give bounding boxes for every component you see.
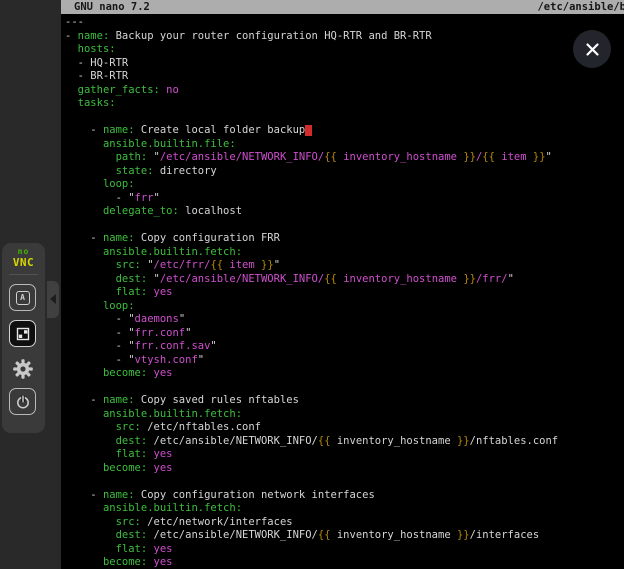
editor-line: delegate_to: localhost: [65, 205, 558, 219]
editor-line: ansible.builtin.fetch:: [65, 408, 558, 422]
text-cursor: [305, 125, 311, 136]
keyboard-icon: A: [16, 291, 30, 305]
vnc-control-panel: no VNC A: [2, 243, 45, 433]
novnc-logo-top: no: [2, 248, 45, 256]
editor-line: dest: /etc/ansible/NETWORK_INFO/{{ inven…: [65, 435, 558, 449]
novnc-logo: no VNC: [2, 243, 45, 268]
editor-line: src: /etc/network/interfaces: [65, 516, 558, 530]
nano-file-path: /etc/ansible/b: [537, 0, 624, 14]
editor-line: ansible.builtin.fetch:: [65, 502, 558, 516]
novnc-logo-bottom: VNC: [2, 257, 45, 268]
power-icon: [15, 394, 31, 410]
panel-collapse-handle[interactable]: [47, 281, 59, 318]
editor-line: - "daemons": [65, 313, 558, 327]
panel-divider: [9, 274, 38, 275]
editor-line: loop:: [65, 178, 558, 192]
editor-line: loop:: [65, 300, 558, 314]
collapse-left-icon: [50, 294, 56, 304]
editor-line: ---: [65, 16, 558, 30]
editor-line: [65, 381, 558, 395]
editor-line: - name: Copy saved rules nftables: [65, 394, 558, 408]
editor-line: - "frr": [65, 192, 558, 206]
editor-line: - "frr.conf.sav": [65, 340, 558, 354]
editor-line: - HQ-RTR: [65, 57, 558, 71]
editor-line: path: "/etc/ansible/NETWORK_INFO/{{ inve…: [65, 151, 558, 165]
editor-line: src: /etc/nftables.conf: [65, 421, 558, 435]
editor-line: - name: Backup your router configuration…: [65, 30, 558, 44]
close-button[interactable]: [573, 30, 611, 68]
editor-line: dest: "/etc/ansible/NETWORK_INFO/{{ inve…: [65, 273, 558, 287]
vnc-sidebar: no VNC A: [0, 0, 61, 569]
editor-line: dest: /etc/ansible/NETWORK_INFO/{{ inven…: [65, 529, 558, 543]
keyboard-button[interactable]: A: [9, 284, 36, 311]
editor-line: [65, 475, 558, 489]
editor-line: - "vtysh.conf": [65, 354, 558, 368]
editor-line: become: yes: [65, 367, 558, 381]
editor-line: flat: yes: [65, 448, 558, 462]
editor-line: - name: Copy configuration network inter…: [65, 489, 558, 503]
editor-line: flat: yes: [65, 543, 558, 557]
editor-line: - "frr.conf": [65, 327, 558, 341]
nano-titlebar: GNU nano 7.2 /etc/ansible/b: [61, 0, 624, 14]
editor-line: src: "/etc/frr/{{ item }}": [65, 259, 558, 273]
nano-version-label: GNU nano 7.2: [74, 0, 150, 14]
settings-button[interactable]: [9, 355, 36, 382]
terminal-window[interactable]: GNU nano 7.2 /etc/ansible/b ---- name: B…: [61, 0, 624, 569]
drag-icon: [15, 326, 31, 342]
editor-line: ansible.builtin.file:: [65, 138, 558, 152]
editor-line: hosts:: [65, 43, 558, 57]
editor-line: [65, 219, 558, 233]
editor-line: become: yes: [65, 556, 558, 569]
editor-line: tasks:: [65, 97, 558, 111]
editor-line: - name: Create local folder backup: [65, 124, 558, 138]
editor-text[interactable]: ---- name: Backup your router configurat…: [61, 15, 558, 569]
editor-line: flat: yes: [65, 286, 558, 300]
drag-button[interactable]: [9, 320, 36, 347]
close-icon: [585, 42, 600, 57]
editor-line: - BR-RTR: [65, 70, 558, 84]
editor-line: - name: Copy configuration FRR: [65, 232, 558, 246]
power-button[interactable]: [9, 388, 36, 415]
editor-line: become: yes: [65, 462, 558, 476]
editor-line: ansible.builtin.fetch:: [65, 246, 558, 260]
gear-icon: [12, 358, 34, 380]
editor-line: state: directory: [65, 165, 558, 179]
editor-line: gather_facts: no: [65, 84, 558, 98]
editor-line: [65, 111, 558, 125]
